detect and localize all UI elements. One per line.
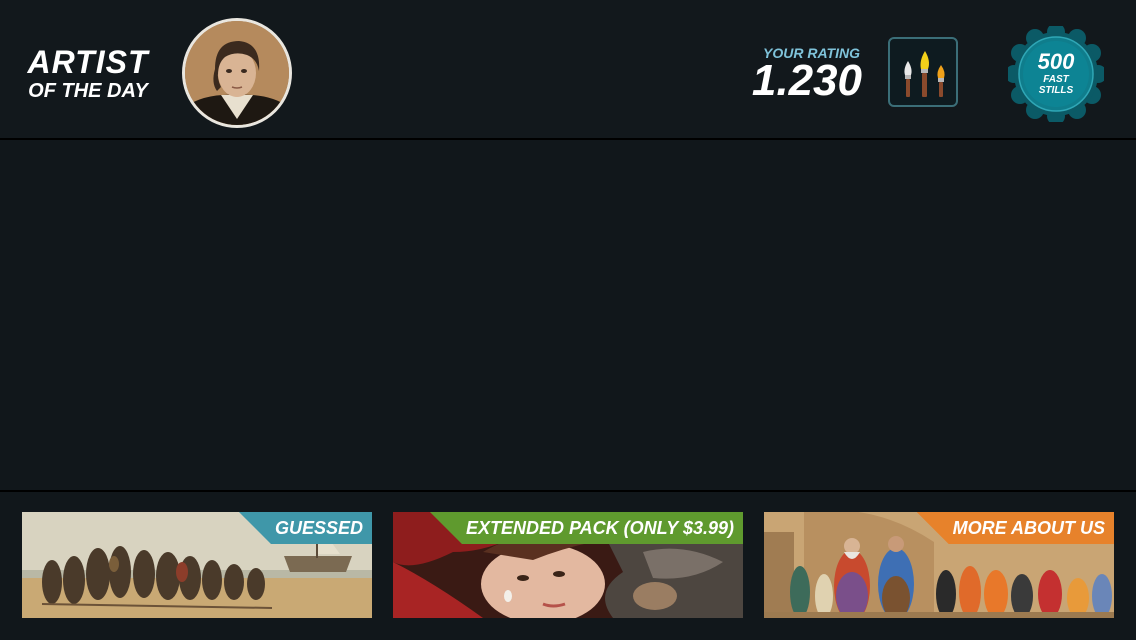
artist-of-the-day-title[interactable]: ARTIST OF THE DAY <box>26 46 150 104</box>
rating-value: 1.230 <box>751 56 862 105</box>
main-content-area <box>0 140 1136 490</box>
extended-pack-tile[interactable]: EXTENDED PACK (ONLY $3.99) <box>393 512 743 618</box>
badge-line2: STILLS <box>1038 85 1074 96</box>
top-bar: ARTIST OF THE DAY YOUR RATING 1.230 500 … <box>0 0 1136 140</box>
extended-pack-ribbon: EXTENDED PACK (ONLY $3.99) <box>429 512 743 544</box>
artist-of-the-day-line1: ARTIST <box>27 44 149 80</box>
footer-divider <box>0 490 1136 492</box>
artist-of-the-day-line2: OF THE DAY <box>28 80 148 102</box>
artist-portrait-avatar[interactable] <box>182 18 292 128</box>
paintbrush-button[interactable] <box>888 37 958 107</box>
guessed-tile[interactable]: GUESSED <box>22 512 372 618</box>
badge-number: 500 <box>1037 49 1075 74</box>
more-about-us-tile[interactable]: MORE ABOUT US <box>764 512 1114 618</box>
more-about-us-ribbon: MORE ABOUT US <box>916 512 1114 544</box>
badge-label: 500 FAST STILLS <box>1008 49 1104 97</box>
badge-line1: FAST <box>1043 74 1069 85</box>
paintbrushes-icon <box>904 51 945 97</box>
portrait-image <box>185 21 289 125</box>
